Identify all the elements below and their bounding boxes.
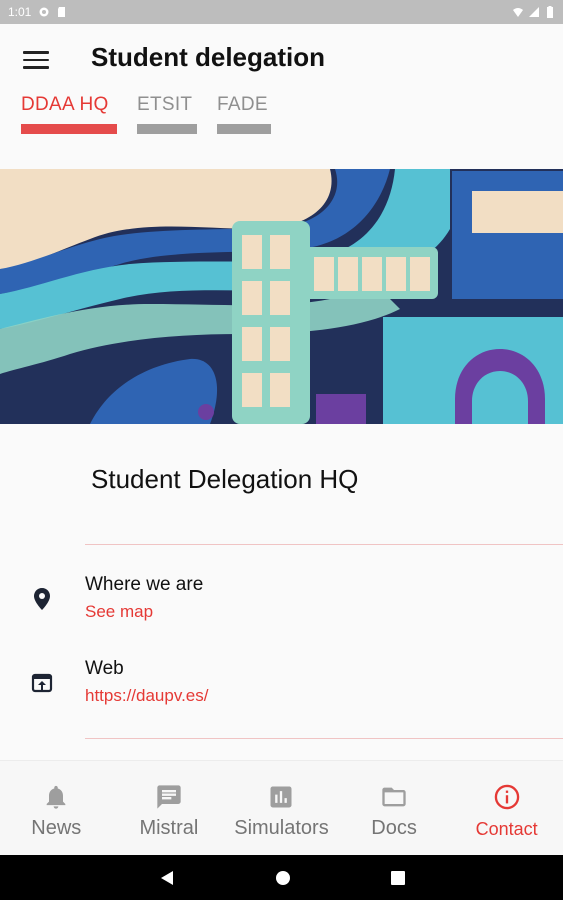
bottom-navigation: News Mistral Simulators Docs Contact: [0, 760, 563, 855]
status-time: 1:01: [8, 5, 32, 19]
home-icon[interactable]: [275, 870, 291, 886]
place-details: Student Delegation HQ Where we are See m…: [0, 424, 563, 760]
wifi-icon: [513, 8, 523, 17]
sd-card-icon: [58, 7, 66, 17]
place-name: Student Delegation HQ: [91, 464, 359, 494]
bar-chart-icon: [270, 786, 292, 808]
nav-label: Mistral: [139, 817, 199, 839]
open-in-browser-icon: [31, 673, 53, 693]
battery-icon: [547, 6, 553, 18]
tab-indicator: [21, 124, 117, 134]
web-row[interactable]: Web https://daupv.es/: [0, 658, 563, 718]
nav-contact[interactable]: Contact: [450, 761, 563, 855]
nav-label: Contact: [475, 819, 538, 839]
location-title: Where we are: [85, 574, 204, 595]
system-navigation-bar: [0, 855, 563, 900]
hero-illustration: [0, 169, 563, 424]
location-row[interactable]: Where we are See map: [0, 574, 563, 634]
folder-icon: [382, 787, 406, 807]
tab-label: DDAA HQ: [21, 94, 109, 115]
nav-simulators[interactable]: Simulators: [225, 761, 338, 855]
nav-label: Simulators: [234, 817, 329, 839]
signal-icon: [529, 7, 539, 17]
chat-icon: [157, 785, 181, 809]
web-title: Web: [85, 658, 124, 679]
hamburger-menu-icon[interactable]: [23, 48, 49, 69]
website-link[interactable]: https://daupv.es/: [85, 686, 208, 706]
info-icon: [494, 784, 519, 810]
bell-icon: [46, 785, 66, 809]
nav-docs[interactable]: Docs: [338, 761, 451, 855]
divider: [85, 738, 563, 739]
sync-icon: [39, 7, 49, 17]
back-icon[interactable]: [159, 870, 175, 886]
location-pin-icon: [34, 588, 50, 610]
tab-label: FADE: [217, 94, 268, 115]
app-bar: Student delegation DDAA HQ ETSIT FADE: [0, 24, 563, 169]
recents-icon[interactable]: [390, 870, 405, 885]
tab-fade[interactable]: FADE: [217, 94, 271, 134]
divider: [85, 544, 563, 545]
nav-label: Docs: [371, 817, 417, 839]
see-map-link[interactable]: See map: [85, 602, 153, 622]
campus-illustration: [0, 169, 563, 424]
tab-indicator: [137, 124, 197, 134]
page-title: Student delegation: [91, 42, 325, 72]
tab-ddaa-hq[interactable]: DDAA HQ: [21, 94, 117, 134]
nav-label: News: [31, 817, 82, 839]
tab-label: ETSIT: [137, 94, 193, 115]
nav-news[interactable]: News: [0, 761, 113, 855]
nav-mistral[interactable]: Mistral: [113, 761, 226, 855]
tab-etsit[interactable]: ETSIT: [137, 94, 197, 134]
tab-indicator: [217, 124, 271, 134]
status-bar: 1:01: [0, 0, 563, 24]
tab-bar: DDAA HQ ETSIT FADE: [21, 94, 271, 134]
